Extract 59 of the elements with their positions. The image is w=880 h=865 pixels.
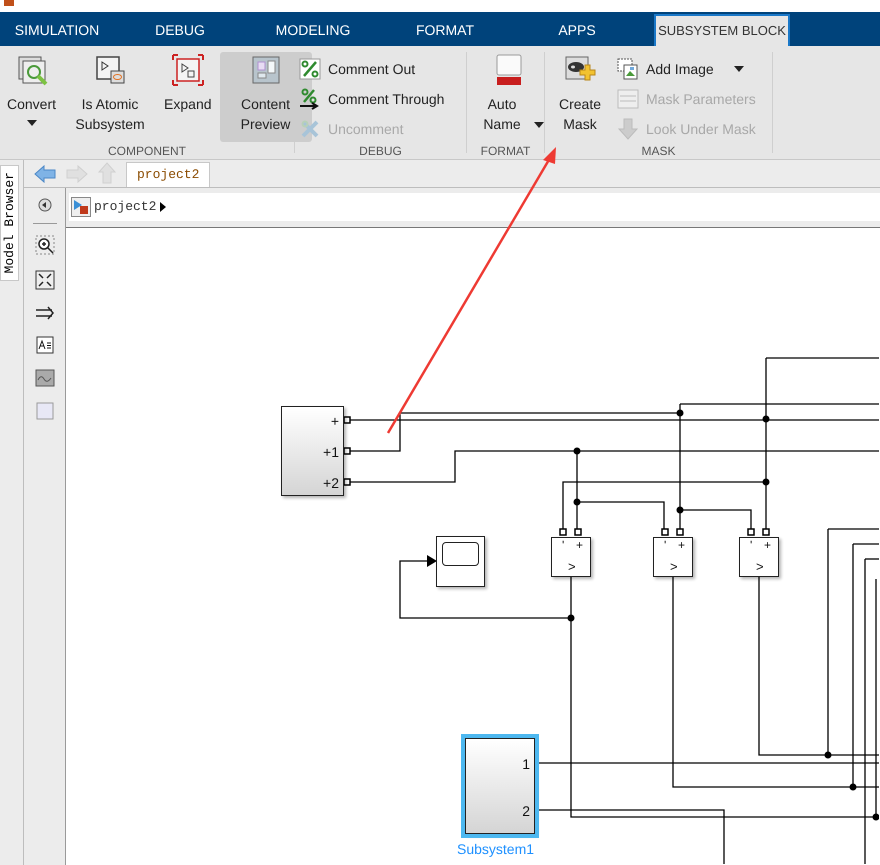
editor-tab[interactable]: project2 (126, 162, 210, 187)
comparator-symbol: > (568, 560, 576, 574)
port-label: + (576, 538, 584, 552)
ribbon-button[interactable]: Convert (3, 52, 60, 142)
ribbon-tab[interactable]: APPS (510, 14, 644, 46)
back-arrow-icon[interactable] (34, 165, 56, 183)
ribbon-tab[interactable]: FORMAT (380, 14, 510, 46)
group-label: MASK (640, 144, 676, 158)
group-label: COMPONENT (107, 144, 187, 158)
port-label: +2 (323, 475, 339, 491)
ribbon-tab[interactable]: DEBUG (114, 14, 246, 46)
ribbon-button[interactable]: Is Atomic Subsystem (64, 52, 156, 142)
breadcrumb-link[interactable]: project2 (94, 197, 156, 217)
back-circle-icon[interactable] (38, 198, 52, 212)
add-image-icon (616, 57, 640, 81)
port-label: ' (750, 538, 752, 552)
comparator-block[interactable]: ' + > (653, 537, 693, 577)
port-label: ' (664, 538, 666, 552)
app-icon (4, 0, 14, 6)
port-label: + (764, 538, 772, 552)
fit-view-icon[interactable] (34, 270, 54, 290)
group-label: DEBUG (358, 144, 403, 158)
scope-screen (442, 542, 479, 566)
subsystem-block[interactable]: + +1 +2 (281, 406, 344, 496)
convert-icon (16, 54, 48, 86)
mask-parameters-icon (616, 87, 640, 111)
caret-icon[interactable] (159, 201, 168, 213)
port-label: ' (562, 538, 564, 552)
ribbon-tab[interactable]: SUBSYSTEM BLOCK (654, 14, 790, 46)
content-preview-icon (250, 54, 282, 86)
ribbon-button[interactable]: Auto Name (470, 52, 548, 142)
zoom-in-icon[interactable] (34, 235, 54, 255)
comparator-symbol: > (756, 560, 764, 574)
ribbon-tab[interactable]: SIMULATION (0, 14, 114, 46)
group-label: FORMAT (480, 144, 532, 158)
ribbon-button[interactable]: Expand (160, 52, 216, 142)
model-icon (71, 197, 91, 217)
ribbon-button[interactable]: Add Image (616, 56, 756, 82)
scope-block[interactable] (436, 536, 485, 587)
comparator-block[interactable]: ' + > (551, 537, 591, 577)
ribbon-tab[interactable]: MODELING (246, 14, 380, 46)
port-label: 2 (522, 803, 530, 819)
model-browser-tab[interactable]: Model Browser (0, 165, 19, 281)
expand-icon (172, 54, 204, 86)
percent-icon (298, 57, 322, 81)
text-annotation-icon[interactable] (36, 336, 54, 354)
block-name: Subsystem1 (457, 840, 534, 859)
down-arrow-icon (616, 117, 640, 141)
port-label: + (678, 538, 686, 552)
atomic-subsystem-icon (94, 54, 126, 86)
comparator-block[interactable]: ' + > (739, 537, 779, 577)
image-icon[interactable] (34, 369, 54, 387)
ribbon-button[interactable]: Create Mask (548, 52, 612, 142)
comparator-symbol: > (670, 560, 678, 574)
port-label: +1 (323, 444, 339, 460)
signal-arrows-icon[interactable] (34, 305, 54, 321)
port-label: + (330, 413, 339, 429)
ribbon-button[interactable]: Content Preview (220, 52, 312, 142)
port-label: 1 (522, 756, 530, 772)
